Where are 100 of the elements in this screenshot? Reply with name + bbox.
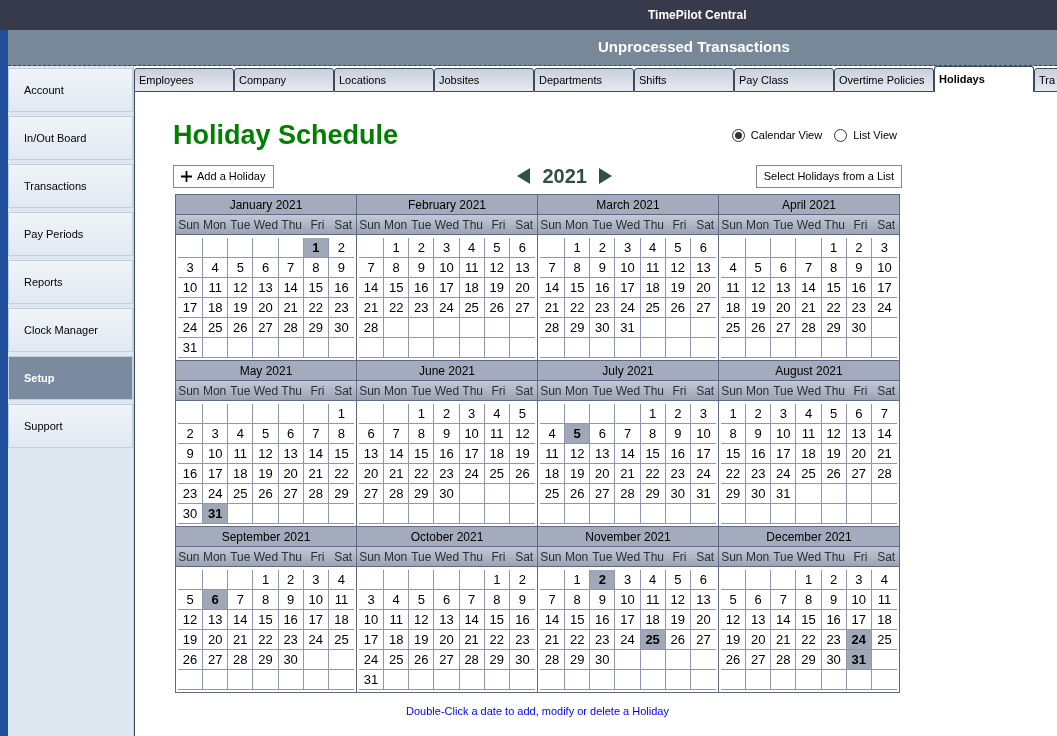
calendar-day[interactable]: 12 xyxy=(565,444,591,464)
calendar-day[interactable]: 3 xyxy=(846,570,872,590)
calendar-day[interactable]: 8 xyxy=(303,258,329,278)
calendar-day[interactable]: 25 xyxy=(721,318,747,338)
calendar-day[interactable]: 4 xyxy=(721,258,747,278)
calendar-day[interactable]: 20 xyxy=(203,630,229,650)
sidebar-item[interactable]: Reports xyxy=(8,260,133,304)
calendar-day[interactable]: 29 xyxy=(565,318,591,338)
previous-arrow-icon[interactable] xyxy=(517,168,531,184)
tab[interactable]: Departments xyxy=(534,68,634,92)
calendar-day[interactable]: 13 xyxy=(771,278,797,298)
calendar-day[interactable]: 15 xyxy=(484,610,510,630)
calendar-day[interactable]: 2 xyxy=(821,570,847,590)
calendar-day[interactable]: 11 xyxy=(203,278,229,298)
calendar-day[interactable]: 21 xyxy=(278,298,304,318)
calendar-day[interactable]: 22 xyxy=(640,464,666,484)
calendar-day[interactable]: 24 xyxy=(359,650,385,670)
calendar-day[interactable]: 14 xyxy=(303,444,329,464)
calendar-day[interactable]: 17 xyxy=(846,610,872,630)
calendar-day[interactable]: 28 xyxy=(228,650,254,670)
calendar-day[interactable]: 28 xyxy=(459,650,485,670)
calendar-day[interactable]: 17 xyxy=(615,278,641,298)
calendar-day[interactable]: 9 xyxy=(590,590,616,610)
calendar-day[interactable]: 15 xyxy=(821,278,847,298)
calendar-day[interactable]: 17 xyxy=(771,444,797,464)
calendar-day[interactable]: 3 xyxy=(359,590,385,610)
calendar-day[interactable]: 26 xyxy=(665,298,691,318)
calendar-day[interactable]: 26 xyxy=(746,318,772,338)
calendar-day[interactable]: 11 xyxy=(540,444,566,464)
calendar-day[interactable]: 19 xyxy=(228,298,254,318)
calendar-day[interactable]: 21 xyxy=(303,464,329,484)
calendar-day[interactable]: 23 xyxy=(178,484,204,504)
calendar-day[interactable]: 16 xyxy=(409,278,435,298)
calendar-day[interactable]: 20 xyxy=(846,444,872,464)
calendar-day[interactable]: 14 xyxy=(771,610,797,630)
calendar-day[interactable]: 17 xyxy=(459,444,485,464)
calendar-day[interactable]: 5 xyxy=(253,424,279,444)
sidebar-item[interactable]: Account xyxy=(8,68,133,112)
calendar-day[interactable]: 12 xyxy=(665,258,691,278)
calendar-day[interactable]: 15 xyxy=(565,278,591,298)
calendar-day[interactable]: 13 xyxy=(203,610,229,630)
calendar-day[interactable]: 1 xyxy=(253,570,279,590)
calendar-day[interactable]: 12 xyxy=(665,590,691,610)
calendar-day[interactable]: 19 xyxy=(409,630,435,650)
calendar-day[interactable]: 21 xyxy=(228,630,254,650)
calendar-day[interactable]: 18 xyxy=(484,444,510,464)
calendar-day[interactable]: 29 xyxy=(721,484,747,504)
calendar-day[interactable]: 7 xyxy=(540,258,566,278)
calendar-day[interactable]: 23 xyxy=(746,464,772,484)
calendar-day[interactable]: 14 xyxy=(615,444,641,464)
calendar-day[interactable]: 19 xyxy=(665,610,691,630)
calendar-day[interactable]: 27 xyxy=(846,464,872,484)
calendar-day[interactable]: 7 xyxy=(796,258,822,278)
calendar-day[interactable]: 30 xyxy=(590,318,616,338)
calendar-day[interactable]: 24 xyxy=(615,298,641,318)
calendar-day[interactable]: 30 xyxy=(434,484,460,504)
calendar-day[interactable]: 13 xyxy=(746,610,772,630)
calendar-day[interactable]: 5 xyxy=(178,590,204,610)
calendar-day[interactable]: 16 xyxy=(590,278,616,298)
sidebar-item[interactable]: Clock Manager xyxy=(8,308,133,352)
calendar-day[interactable]: 3 xyxy=(771,404,797,424)
calendar-day[interactable]: 4 xyxy=(540,424,566,444)
calendar-day[interactable]: 13 xyxy=(590,444,616,464)
calendar-day[interactable]: 2 xyxy=(278,570,304,590)
calendar-day[interactable]: 29 xyxy=(640,484,666,504)
calendar-day[interactable]: 10 xyxy=(615,590,641,610)
calendar-day[interactable]: 4 xyxy=(384,590,410,610)
calendar-day[interactable]: 29 xyxy=(253,650,279,670)
calendar-day[interactable]: 7 xyxy=(771,590,797,610)
calendar-day[interactable]: 7 xyxy=(278,258,304,278)
calendar-day[interactable]: 4 xyxy=(640,238,666,258)
calendar-day[interactable]: 16 xyxy=(434,444,460,464)
calendar-day[interactable]: 26 xyxy=(228,318,254,338)
calendar-day[interactable]: 14 xyxy=(459,610,485,630)
calendar-day[interactable]: 1 xyxy=(796,570,822,590)
calendar-day[interactable]: 25 xyxy=(203,318,229,338)
calendar-day[interactable]: 14 xyxy=(796,278,822,298)
calendar-day[interactable]: 11 xyxy=(721,278,747,298)
sidebar-item[interactable]: Transactions xyxy=(8,164,133,208)
calendar-day[interactable]: 17 xyxy=(434,278,460,298)
calendar-day[interactable]: 7 xyxy=(459,590,485,610)
calendar-day[interactable]: 25 xyxy=(640,630,666,650)
calendar-day[interactable]: 28 xyxy=(540,650,566,670)
calendar-day[interactable]: 2 xyxy=(178,424,204,444)
calendar-day[interactable]: 12 xyxy=(178,610,204,630)
calendar-day[interactable]: 22 xyxy=(484,630,510,650)
calendar-day[interactable]: 12 xyxy=(821,424,847,444)
calendar-day[interactable]: 14 xyxy=(384,444,410,464)
calendar-day[interactable]: 13 xyxy=(359,444,385,464)
calendar-day[interactable]: 10 xyxy=(459,424,485,444)
tab[interactable]: Jobsites xyxy=(434,68,534,92)
calendar-day[interactable]: 28 xyxy=(771,650,797,670)
calendar-day[interactable]: 23 xyxy=(590,298,616,318)
calendar-day[interactable]: 11 xyxy=(640,258,666,278)
calendar-day[interactable]: 25 xyxy=(459,298,485,318)
calendar-day[interactable]: 28 xyxy=(796,318,822,338)
calendar-day[interactable]: 20 xyxy=(434,630,460,650)
calendar-day[interactable]: 16 xyxy=(590,610,616,630)
calendar-day[interactable]: 23 xyxy=(278,630,304,650)
tab[interactable]: Company xyxy=(234,68,334,92)
